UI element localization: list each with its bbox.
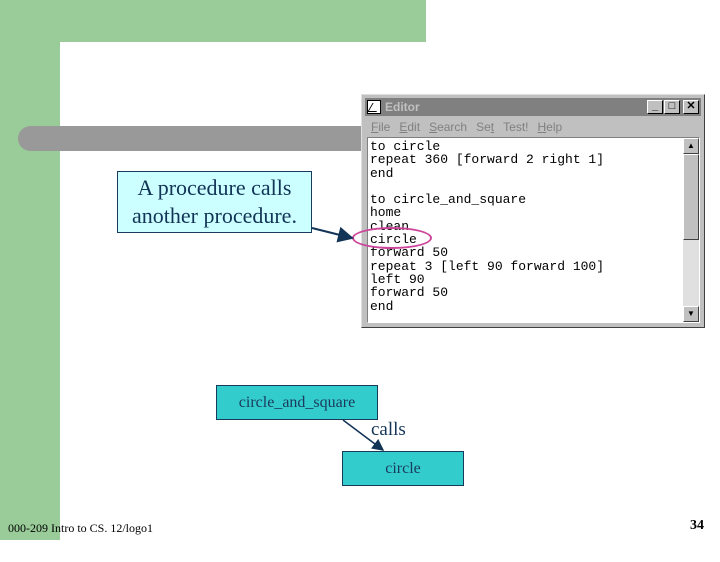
menu-test[interactable]: Test!: [503, 120, 528, 134]
minimize-button[interactable]: _: [647, 100, 663, 114]
editor-titlebar[interactable]: Editor _ □ ✕: [365, 98, 701, 116]
vertical-scrollbar[interactable]: ▲ ▼: [683, 138, 699, 322]
maximize-button[interactable]: □: [664, 100, 680, 114]
close-button[interactable]: ✕: [683, 100, 699, 114]
callout-line-1: A procedure calls: [137, 175, 292, 200]
editor-window: Editor _ □ ✕ File Edit Search Set Test! …: [361, 94, 705, 328]
menu-search[interactable]: Search: [429, 120, 467, 134]
callout-box: A procedure calls another procedure.: [117, 171, 312, 233]
editor-app-icon: [367, 100, 381, 114]
footer-course: 000-209 Intro to CS. 12/logo1: [8, 521, 154, 535]
scroll-up-button[interactable]: ▲: [683, 138, 699, 154]
menu-file[interactable]: File: [371, 120, 390, 134]
decor-gray-bar: [18, 126, 368, 151]
page-number: 34: [690, 518, 704, 533]
decor-green-top: [0, 0, 426, 42]
editor-menubar: File Edit Search Set Test! Help: [365, 118, 701, 136]
menu-set[interactable]: Set: [476, 120, 494, 134]
circle-highlight-ellipse: [352, 227, 432, 249]
callee-procedure-box: circle: [342, 451, 464, 486]
code-content[interactable]: to circle repeat 360 [forward 2 right 1]…: [370, 140, 604, 313]
menu-edit[interactable]: Edit: [399, 120, 420, 134]
decor-green-left: [0, 0, 60, 540]
scroll-thumb[interactable]: [683, 154, 699, 240]
caller-procedure-box: circle_and_square: [216, 385, 378, 420]
menu-help[interactable]: Help: [537, 120, 562, 134]
calls-label: calls: [371, 419, 406, 440]
callout-line-2: another procedure.: [132, 203, 297, 228]
editor-title: Editor: [385, 100, 420, 114]
scroll-down-button[interactable]: ▼: [683, 306, 699, 322]
